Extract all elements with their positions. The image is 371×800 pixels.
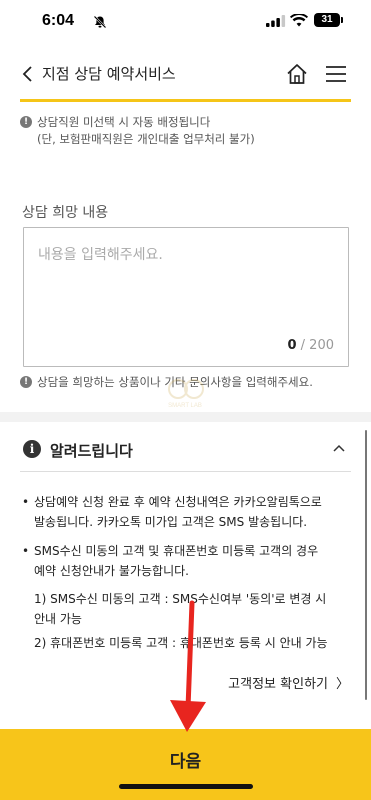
watermark-logo: SMART LAB	[158, 375, 212, 415]
bullet-line: 발송됩니다. 카카오톡 미가입 고객은 SMS 발송됩니다.	[34, 515, 308, 529]
next-button[interactable]: 다음	[0, 729, 371, 800]
note-line: (단, 보험판매직원은 개인대출 업무처리 불가)	[37, 132, 255, 146]
char-count-current: 0	[287, 338, 297, 353]
bell-off-icon	[93, 15, 107, 29]
bullet-line: 상담예약 신청 완료 후 예약 신청내역은 카카오알림톡으로	[34, 495, 322, 509]
notice-bullet: • SMS수신 미동의 고객 및 휴대폰번호 미등록 고객의 경우 예약 신청안…	[20, 541, 355, 581]
sub-line: 2) 휴대폰번호 미등록 고객 : 휴대폰번호 등록 시 안내 가능	[34, 636, 328, 650]
customer-info-link-label: 고객정보 확인하기	[228, 677, 328, 692]
status-bar: 6:04 31	[0, 0, 371, 46]
textarea-placeholder: 내용을 입력해주세요.	[38, 247, 163, 263]
sub-line: 1) SMS수신 미동의 고객 : SMS수신여부 '동의'로 변경 시	[34, 592, 327, 606]
note-line: 상담직원 미선택 시 자동 배정됩니다	[37, 115, 211, 129]
header-accent-line	[20, 99, 351, 102]
back-arrow-icon[interactable]	[18, 64, 38, 84]
info-icon: !	[20, 376, 32, 388]
section-divider	[0, 412, 371, 422]
status-time: 6:04	[42, 12, 75, 29]
page-title: 지점 상담 예약서비스	[42, 65, 176, 83]
notice-bullet: • 상담예약 신청 완료 후 예약 신청내역은 카카오알림톡으로 발송됩니다. …	[20, 492, 355, 532]
app-header: 지점 상담 예약서비스	[0, 50, 371, 98]
bullet-line: SMS수신 미동의 고객 및 휴대폰번호 미등록 고객의 경우	[34, 544, 319, 558]
request-label: 상담 희망 내용	[22, 205, 109, 221]
home-indicator[interactable]	[119, 784, 253, 789]
sub-line: 안내 가능	[34, 612, 82, 626]
next-button-label: 다음	[169, 752, 202, 771]
chevron-right-icon: 〉	[335, 677, 349, 692]
notice-title: 알려드립니다	[50, 442, 133, 460]
character-counter: 0 / 200	[287, 338, 334, 353]
notice-sub-item: 1) SMS수신 미동의 고객 : SMS수신여부 '동의'로 변경 시 안내 …	[34, 589, 359, 629]
bullet-line: 예약 신청안내가 불가능합니다.	[34, 564, 189, 578]
signal-icon	[266, 15, 286, 27]
info-icon: !	[20, 116, 32, 128]
chevron-up-icon[interactable]	[331, 440, 347, 456]
customer-info-link[interactable]: 고객정보 확인하기 〉	[228, 673, 349, 692]
notice-divider-line	[20, 471, 351, 472]
scrollbar[interactable]	[365, 430, 367, 700]
staff-assignment-note: ! 상담직원 미선택 시 자동 배정됩니다 (단, 보험판매직원은 개인대출 업…	[20, 114, 255, 148]
battery-tip	[341, 17, 343, 23]
notice-sub-item: 2) 휴대폰번호 미등록 고객 : 휴대폰번호 등록 시 안내 가능	[34, 633, 359, 653]
battery-icon: 31	[314, 13, 340, 27]
request-textarea[interactable]: 내용을 입력해주세요. 0 / 200	[23, 227, 349, 367]
notice-header[interactable]: i 알려드립니다	[20, 437, 351, 463]
home-icon[interactable]	[285, 62, 309, 86]
char-count-max: / 200	[300, 338, 334, 353]
hamburger-menu-icon[interactable]	[325, 64, 347, 84]
wifi-icon	[290, 14, 308, 27]
info-icon: i	[23, 440, 41, 458]
